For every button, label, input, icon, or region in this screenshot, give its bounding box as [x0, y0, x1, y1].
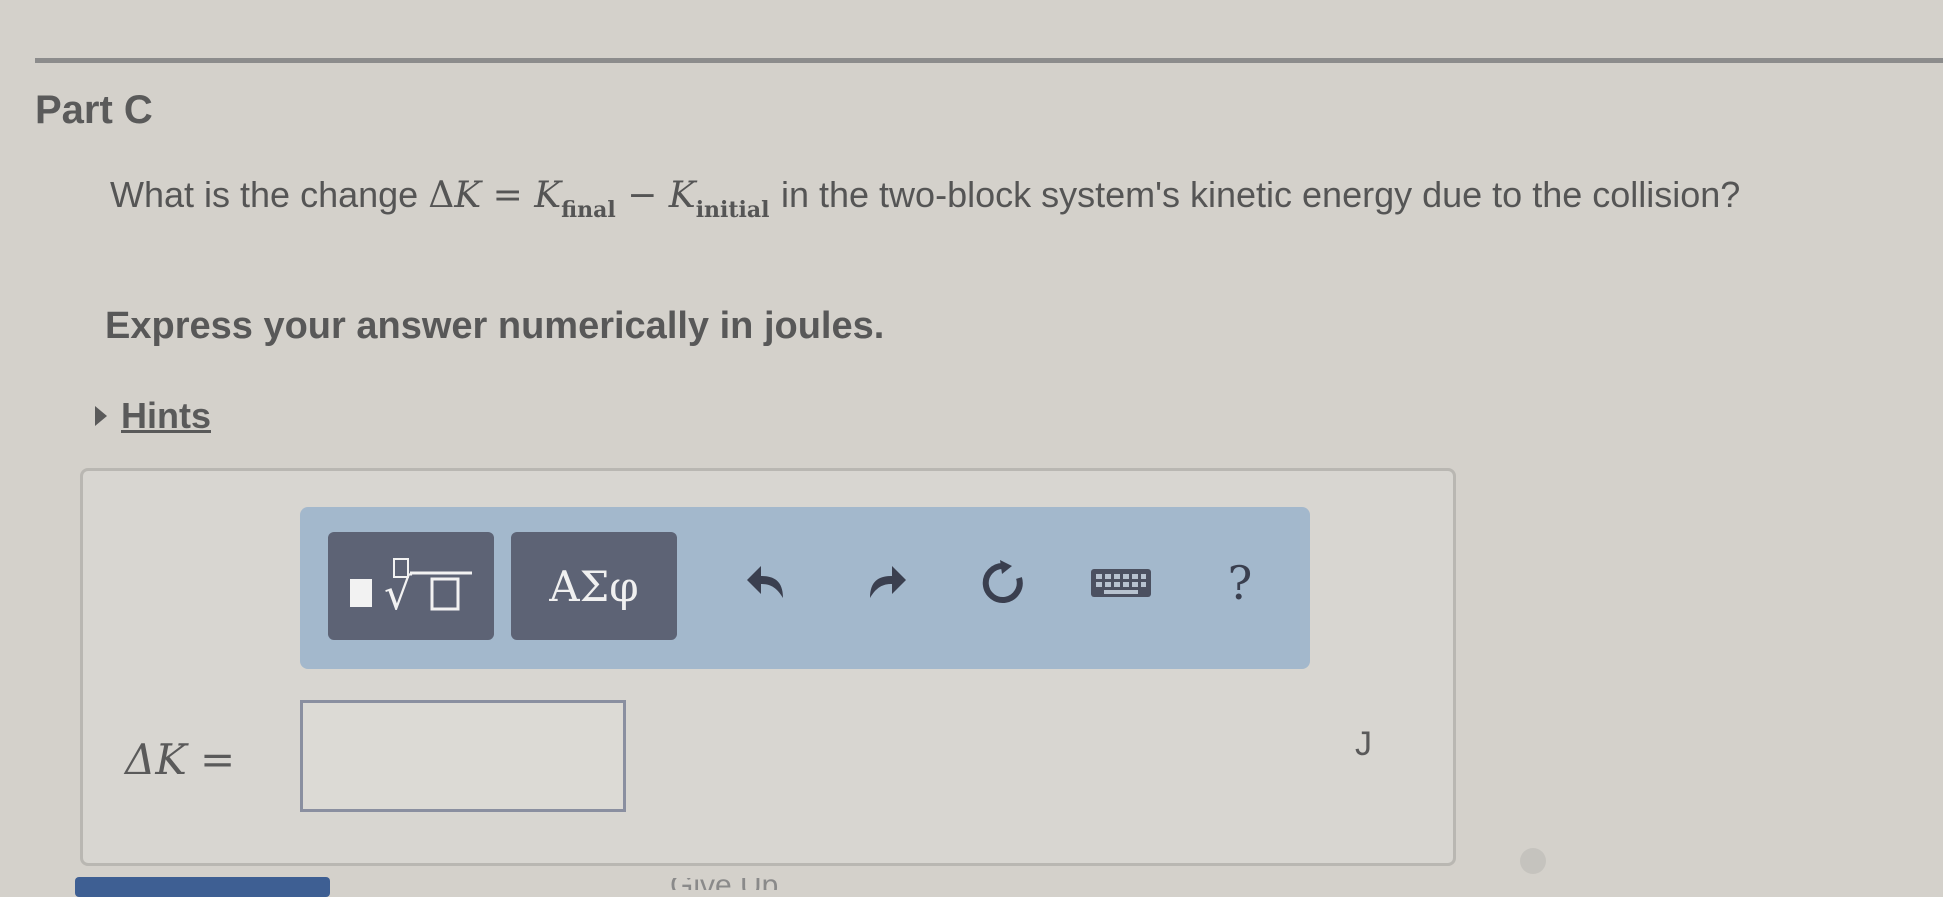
undo-icon [747, 566, 783, 598]
help-icon: ? [1227, 556, 1253, 610]
keyboard-icon [1091, 569, 1151, 597]
undo-button[interactable] [738, 548, 798, 618]
decorative-dot [1520, 848, 1546, 874]
answer-input[interactable] [300, 700, 626, 812]
submit-button[interactable] [75, 877, 330, 897]
expand-triangle-icon [95, 406, 107, 426]
part-title: Part C [35, 88, 153, 132]
give-up-link[interactable]: Give Up [670, 878, 778, 890]
answer-instruction: Express your answer numerically in joule… [105, 305, 885, 347]
section-divider [35, 58, 1943, 63]
greek-symbols-button[interactable]: ΑΣφ [511, 532, 677, 640]
reset-icon [982, 560, 1023, 603]
redo-button[interactable] [855, 548, 915, 618]
keyboard-button[interactable] [1090, 548, 1152, 618]
question-tail: in the two-block system's kinetic energy… [780, 174, 1741, 215]
help-button[interactable]: ? [1210, 548, 1270, 618]
hints-link[interactable]: Hints [121, 395, 211, 437]
templates-icon: √ [350, 558, 472, 620]
reset-button[interactable] [973, 548, 1033, 618]
initial-subscript: initial [695, 197, 770, 223]
delta-k-formula: ΔK = Kfinal − Kinitial [428, 175, 770, 223]
question-lead: What is the change [110, 174, 419, 215]
redo-icon [870, 566, 906, 598]
answer-label: ΔK = [125, 735, 236, 784]
final-subscript: final [561, 197, 616, 223]
question-text: What is the change ΔK = Kfinal − Kinitia… [110, 168, 1870, 237]
unit-label: J [1355, 725, 1372, 763]
templates-button[interactable]: √ [328, 532, 494, 640]
hints-toggle[interactable]: Hints [95, 395, 211, 437]
